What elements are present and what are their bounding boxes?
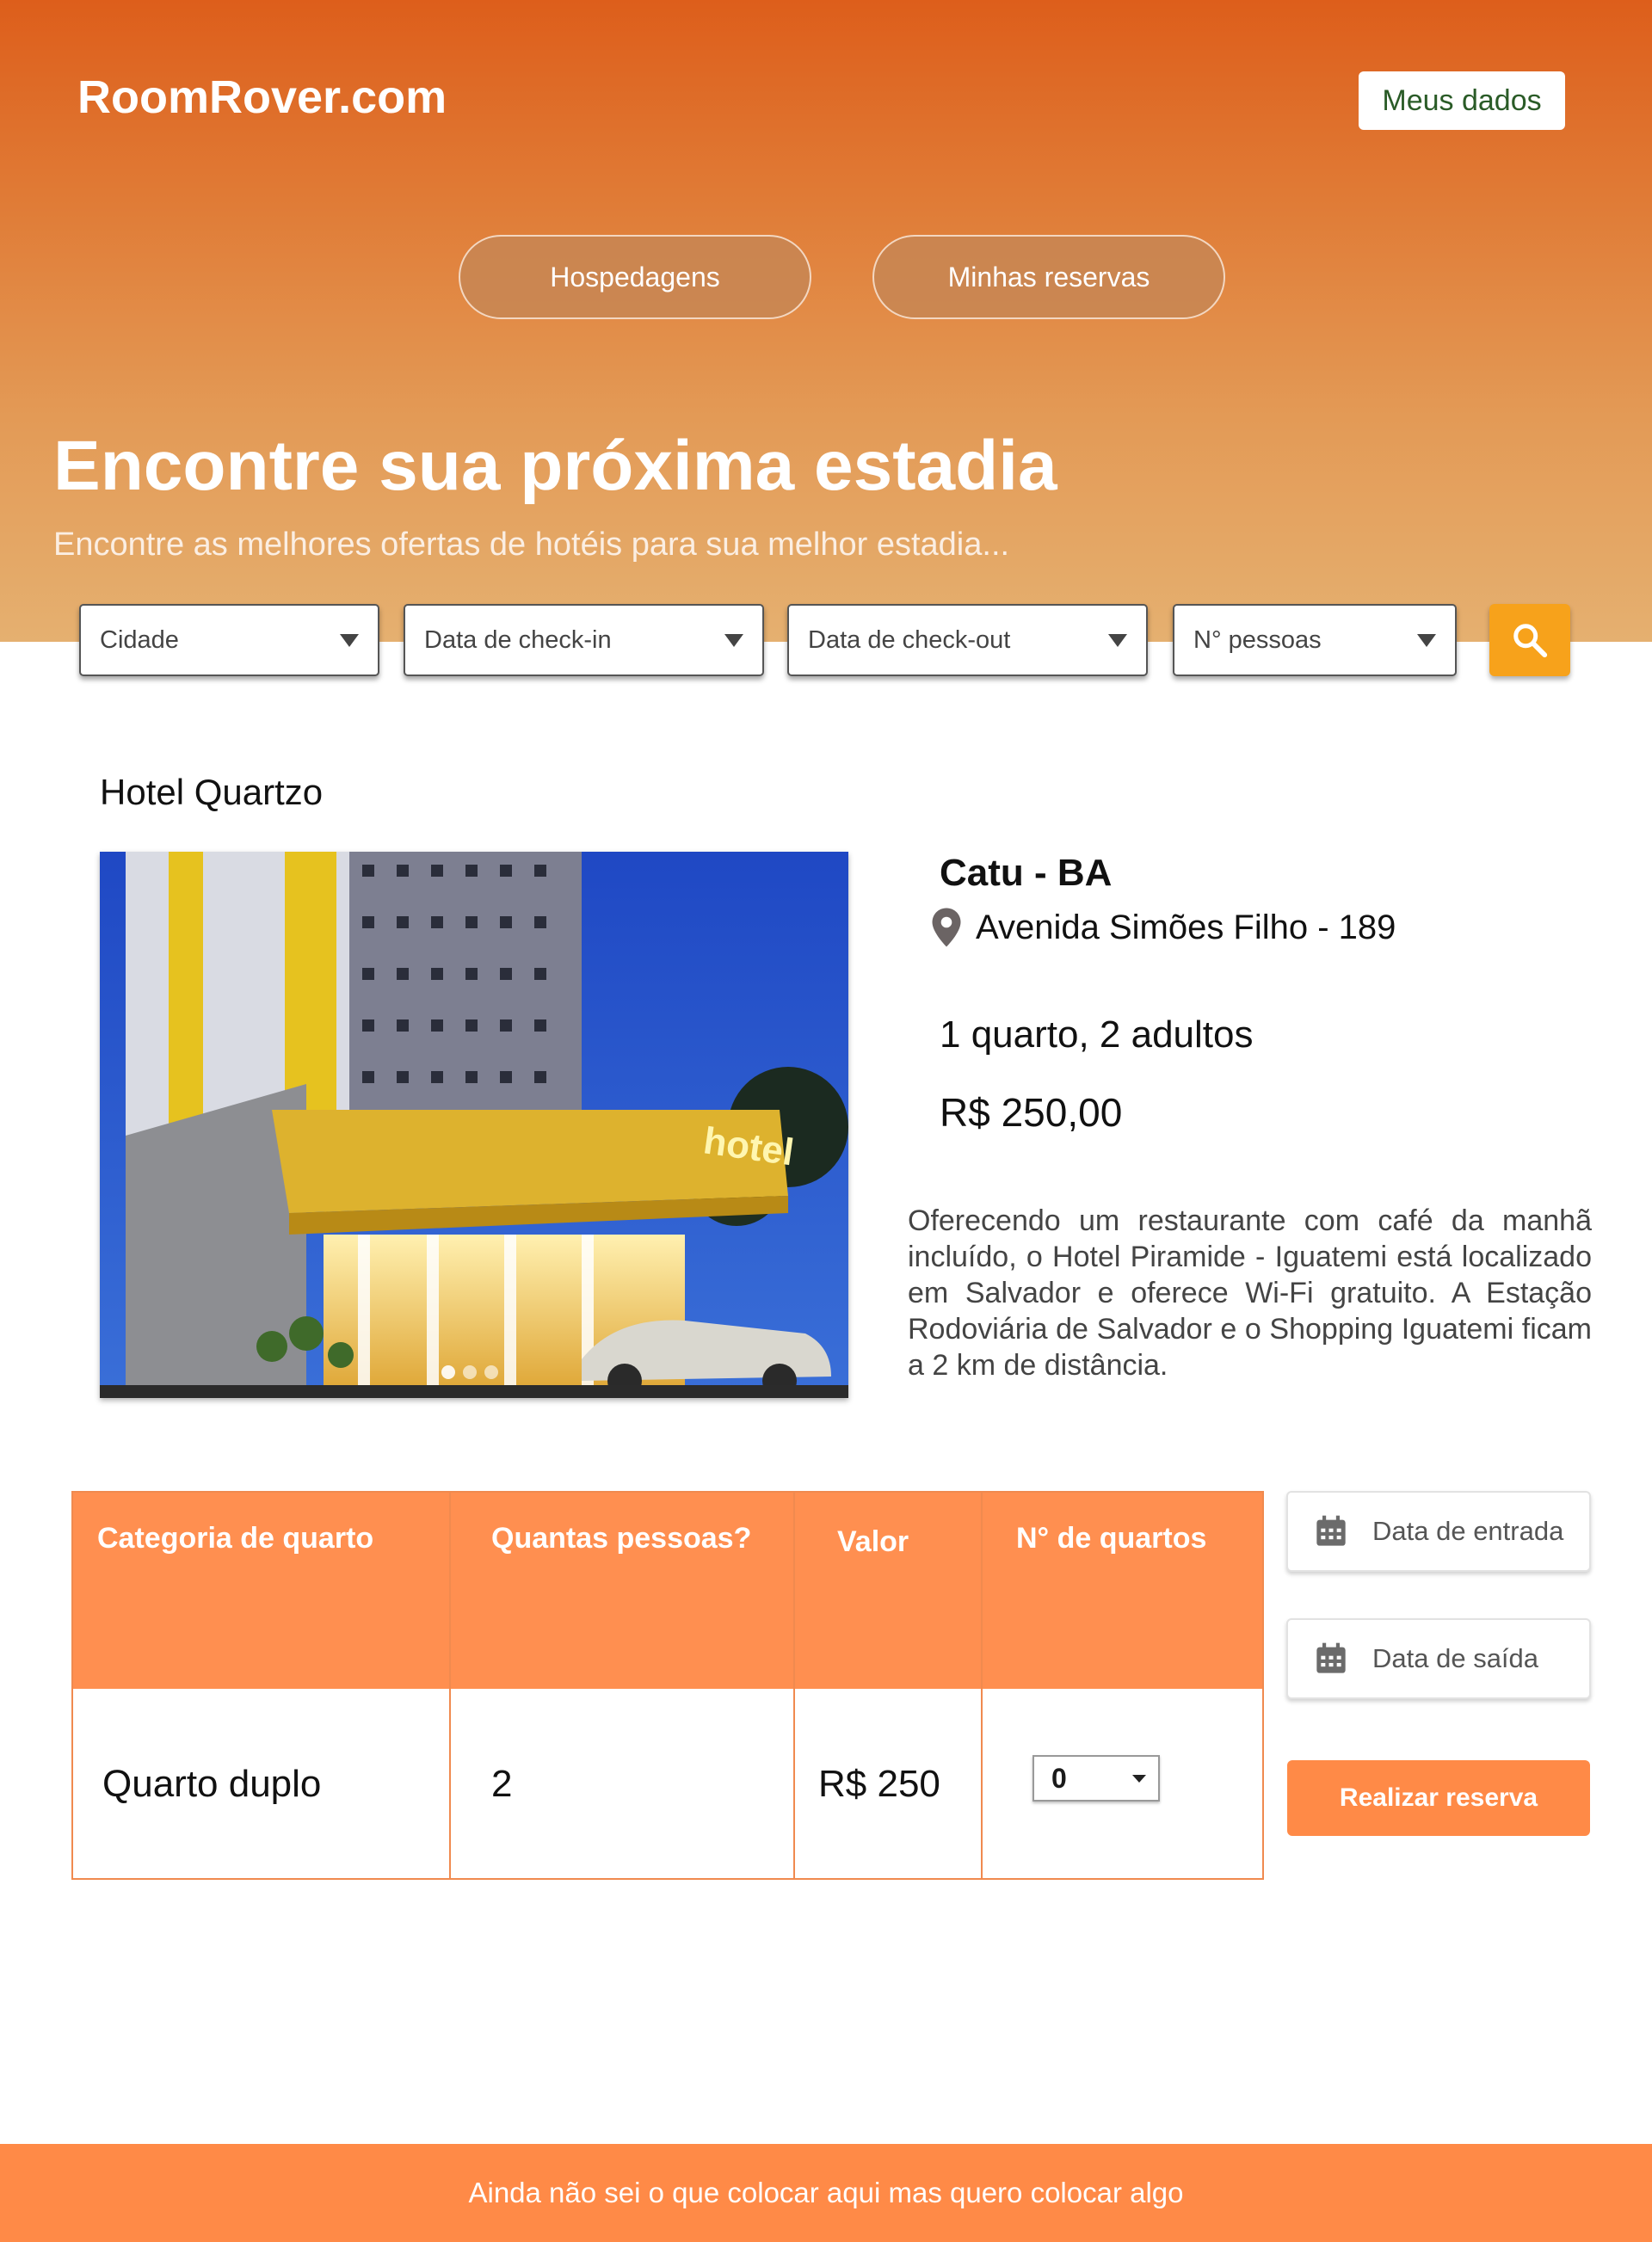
nav-hospedagens[interactable]: Hospedagens [459, 235, 811, 319]
guests-select-label: N° pessoas [1193, 625, 1322, 654]
chevron-down-icon [1108, 633, 1127, 647]
guests-select[interactable]: N° pessoas [1173, 604, 1457, 676]
hotel-photo[interactable]: hotel [100, 852, 848, 1398]
exit-date-label: Data de saída [1372, 1643, 1539, 1673]
city-select[interactable]: Cidade [79, 604, 379, 676]
entry-date-label: Data de entrada [1372, 1516, 1564, 1546]
rooms-table: Categoria de quarto Quantas pessoas? Val… [71, 1491, 1264, 1880]
footer: Ainda não sei o que colocar aqui mas que… [0, 2144, 1652, 2242]
entry-date-field[interactable]: Data de entrada [1286, 1491, 1591, 1572]
calendar-icon [1316, 1515, 1346, 1546]
search-icon [1513, 624, 1548, 658]
table-header-rooms: N° de quartos [1016, 1522, 1207, 1555]
rooms-count-select[interactable]: 0 [1032, 1755, 1160, 1802]
table-header-category: Categoria de quarto [97, 1522, 374, 1555]
search-button[interactable] [1489, 604, 1570, 676]
row-value: R$ 250 [818, 1763, 940, 1805]
carousel-dot[interactable] [484, 1365, 498, 1379]
chevron-down-icon [1132, 1774, 1146, 1783]
hero-subtitle: Encontre as melhores ofertas de hotéis p… [53, 527, 1010, 563]
footer-text: Ainda não sei o que colocar aqui mas que… [468, 2177, 1184, 2208]
column-divider [981, 1493, 983, 1878]
my-data-button[interactable]: Meus dados [1359, 71, 1565, 130]
checkin-select[interactable]: Data de check-in [404, 604, 764, 676]
table-header-people: Quantas pessoas? [491, 1522, 752, 1555]
table-header-value: Valor [837, 1525, 909, 1558]
chevron-down-icon [1417, 633, 1436, 647]
hotel-occupancy: 1 quarto, 2 adultos [940, 1013, 1254, 1056]
rooms-count-value: 0 [1051, 1762, 1067, 1794]
reserve-button[interactable]: Realizar reserva [1287, 1760, 1590, 1836]
hotel-city: Catu - BA [940, 852, 1113, 894]
column-divider [793, 1493, 795, 1878]
hotel-price: R$ 250,00 [940, 1090, 1123, 1135]
hotel-address-row: Avenida Simões Filho - 189 [931, 908, 1396, 947]
site-logo[interactable]: RoomRover.com [77, 71, 447, 124]
calendar-icon [1316, 1642, 1346, 1673]
column-divider [449, 1493, 451, 1878]
location-pin-icon [932, 908, 961, 947]
hotel-name: Hotel Quartzo [100, 772, 324, 812]
hotel-description: Oferecendo um restaurante com café da ma… [908, 1204, 1592, 1382]
nav-minhas-reservas[interactable]: Minhas reservas [872, 235, 1225, 319]
city-select-label: Cidade [100, 625, 179, 654]
row-category: Quarto duplo [102, 1763, 322, 1805]
row-people: 2 [491, 1763, 513, 1805]
checkin-select-label: Data de check-in [424, 625, 612, 654]
hotel-address: Avenida Simões Filho - 189 [976, 908, 1396, 946]
hotel-photo-illustration: hotel [100, 852, 848, 1398]
carousel-dot[interactable] [441, 1365, 455, 1379]
checkout-select-label: Data de check-out [808, 625, 1011, 654]
hero-title: Encontre sua próxima estadia [53, 427, 1057, 505]
exit-date-field[interactable]: Data de saída [1286, 1618, 1591, 1699]
checkout-select[interactable]: Data de check-out [787, 604, 1148, 676]
chevron-down-icon [340, 633, 359, 647]
carousel-dot[interactable] [463, 1365, 477, 1379]
chevron-down-icon [724, 633, 743, 647]
